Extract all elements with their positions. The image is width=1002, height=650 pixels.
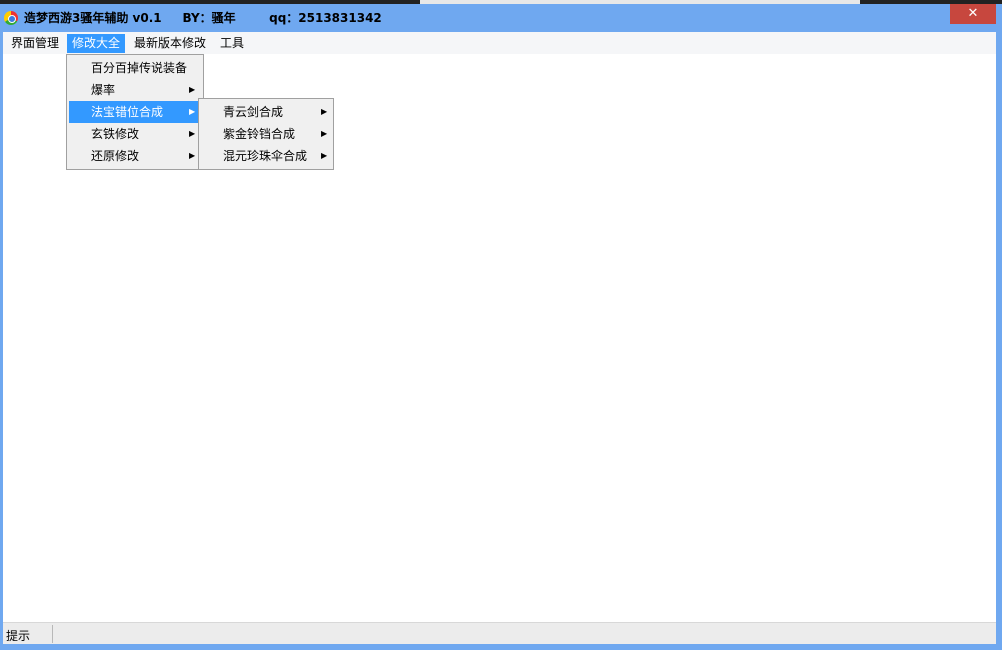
menu-bar: 界面管理 修改大全 最新版本修改 工具 bbox=[3, 32, 996, 54]
desktop-strip-light bbox=[420, 0, 860, 4]
menu-item-label: 混元珍珠伞合成 bbox=[223, 149, 308, 163]
submenu-arrow-icon: ▶ bbox=[321, 107, 328, 116]
status-hint: 提示 bbox=[6, 629, 31, 643]
menu-tools[interactable]: 工具 bbox=[215, 34, 249, 53]
title-bar[interactable]: 造梦西游3骚年辅助 v0.1 BY：骚年 qq：2513831342 ✕ bbox=[0, 0, 1002, 32]
menu-interface-manage[interactable]: 界面管理 bbox=[6, 34, 64, 53]
menu-item-label: 还原修改 bbox=[91, 149, 140, 163]
app-window: 造梦西游3骚年辅助 v0.1 BY：骚年 qq：2513831342 ✕ 界面管… bbox=[0, 0, 1002, 650]
menu-modify-all[interactable]: 修改大全 bbox=[67, 34, 126, 53]
menu-item-label: 玄铁修改 bbox=[91, 127, 140, 141]
submenu-arrow-icon: ▶ bbox=[321, 129, 328, 138]
submenu-arrow-icon: ▶ bbox=[189, 85, 196, 94]
menu-item-iron-modify[interactable]: 玄铁修改 ▶ bbox=[69, 123, 201, 145]
close-button[interactable]: ✕ bbox=[950, 4, 996, 24]
submenu-arrow-icon: ▶ bbox=[189, 129, 196, 138]
menu-item-treasure-misalign[interactable]: 法宝错位合成 ▶ bbox=[69, 101, 201, 123]
menu-item-zijin-bell[interactable]: 紫金铃铛合成 ▶ bbox=[201, 123, 331, 145]
menu-item-label: 青云剑合成 bbox=[223, 105, 284, 119]
app-icon bbox=[4, 11, 18, 25]
menu-latest-version-modify[interactable]: 最新版本修改 bbox=[129, 34, 211, 53]
menu-item-qingyun-sword[interactable]: 青云剑合成 ▶ bbox=[201, 101, 331, 123]
submenu-treasure-synthesis: 青云剑合成 ▶ 紫金铃铛合成 ▶ 混元珍珠伞合成 ▶ bbox=[198, 98, 334, 170]
menu-item-restore-modify[interactable]: 还原修改 ▶ bbox=[69, 145, 201, 167]
menu-item-label: 紫金铃铛合成 bbox=[223, 127, 296, 141]
dropdown-modify-all: 百分百掉传说装备 爆率 ▶ 法宝错位合成 ▶ 玄铁修改 ▶ 还原修改 ▶ bbox=[66, 54, 204, 170]
status-bar: 提示 bbox=[3, 622, 996, 644]
menu-item-label: 法宝错位合成 bbox=[91, 105, 164, 119]
submenu-arrow-icon: ▶ bbox=[321, 151, 328, 160]
submenu-arrow-icon: ▶ bbox=[189, 107, 196, 116]
menu-item-label: 百分百掉传说装备 bbox=[91, 61, 188, 75]
menu-item-legendary-drop[interactable]: 百分百掉传说装备 bbox=[69, 57, 201, 79]
window-title: 造梦西游3骚年辅助 v0.1 BY：骚年 qq：2513831342 bbox=[24, 11, 382, 25]
submenu-arrow-icon: ▶ bbox=[189, 151, 196, 160]
menu-item-drop-rate[interactable]: 爆率 ▶ bbox=[69, 79, 201, 101]
menu-item-label: 爆率 bbox=[91, 83, 116, 97]
status-separator bbox=[52, 625, 53, 643]
menu-item-hunyuan-umbrella[interactable]: 混元珍珠伞合成 ▶ bbox=[201, 145, 331, 167]
